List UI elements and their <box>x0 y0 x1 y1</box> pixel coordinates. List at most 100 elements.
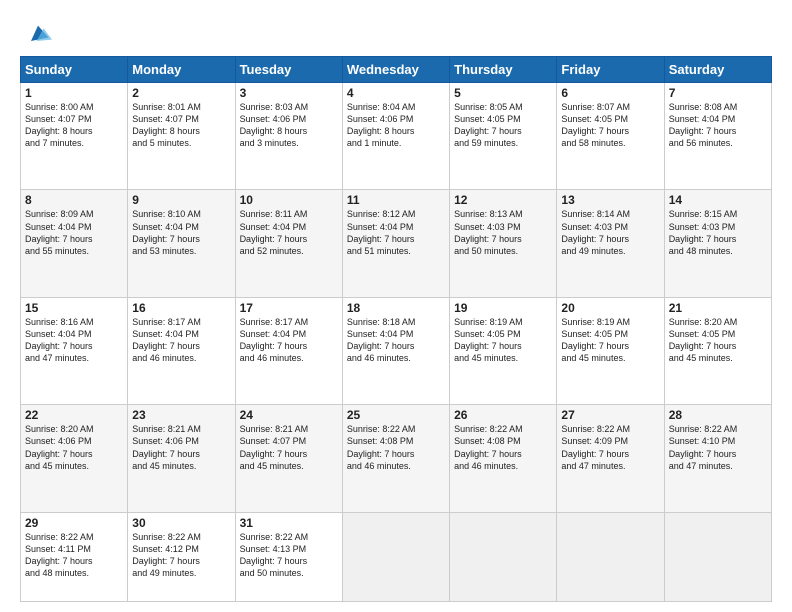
calendar-cell <box>342 512 449 601</box>
calendar-cell: 17Sunrise: 8:17 AM Sunset: 4:04 PM Dayli… <box>235 297 342 404</box>
day-number: 10 <box>240 193 338 207</box>
day-number: 17 <box>240 301 338 315</box>
day-number: 8 <box>25 193 123 207</box>
calendar-header-row: SundayMondayTuesdayWednesdayThursdayFrid… <box>21 57 772 83</box>
day-info: Sunrise: 8:10 AM Sunset: 4:04 PM Dayligh… <box>132 208 230 257</box>
calendar-cell <box>450 512 557 601</box>
calendar-cell <box>557 512 664 601</box>
calendar-cell: 29Sunrise: 8:22 AM Sunset: 4:11 PM Dayli… <box>21 512 128 601</box>
day-info: Sunrise: 8:15 AM Sunset: 4:03 PM Dayligh… <box>669 208 767 257</box>
calendar-cell: 15Sunrise: 8:16 AM Sunset: 4:04 PM Dayli… <box>21 297 128 404</box>
day-info: Sunrise: 8:04 AM Sunset: 4:06 PM Dayligh… <box>347 101 445 150</box>
day-info: Sunrise: 8:21 AM Sunset: 4:07 PM Dayligh… <box>240 423 338 472</box>
day-info: Sunrise: 8:22 AM Sunset: 4:08 PM Dayligh… <box>347 423 445 472</box>
day-number: 28 <box>669 408 767 422</box>
day-number: 26 <box>454 408 552 422</box>
day-number: 18 <box>347 301 445 315</box>
day-number: 24 <box>240 408 338 422</box>
calendar-table: SundayMondayTuesdayWednesdayThursdayFrid… <box>20 56 772 602</box>
calendar-cell: 22Sunrise: 8:20 AM Sunset: 4:06 PM Dayli… <box>21 405 128 512</box>
header <box>20 16 772 48</box>
day-info: Sunrise: 8:20 AM Sunset: 4:05 PM Dayligh… <box>669 316 767 365</box>
day-info: Sunrise: 8:22 AM Sunset: 4:12 PM Dayligh… <box>132 531 230 580</box>
calendar-cell: 28Sunrise: 8:22 AM Sunset: 4:10 PM Dayli… <box>664 405 771 512</box>
logo-icon <box>24 20 52 48</box>
calendar-cell: 27Sunrise: 8:22 AM Sunset: 4:09 PM Dayli… <box>557 405 664 512</box>
day-info: Sunrise: 8:07 AM Sunset: 4:05 PM Dayligh… <box>561 101 659 150</box>
day-number: 16 <box>132 301 230 315</box>
calendar-cell <box>664 512 771 601</box>
calendar-cell: 6Sunrise: 8:07 AM Sunset: 4:05 PM Daylig… <box>557 83 664 190</box>
col-header-sunday: Sunday <box>21 57 128 83</box>
calendar-cell: 21Sunrise: 8:20 AM Sunset: 4:05 PM Dayli… <box>664 297 771 404</box>
calendar-cell: 11Sunrise: 8:12 AM Sunset: 4:04 PM Dayli… <box>342 190 449 297</box>
calendar-cell: 9Sunrise: 8:10 AM Sunset: 4:04 PM Daylig… <box>128 190 235 297</box>
day-info: Sunrise: 8:18 AM Sunset: 4:04 PM Dayligh… <box>347 316 445 365</box>
day-number: 2 <box>132 86 230 100</box>
day-number: 22 <box>25 408 123 422</box>
calendar-cell: 16Sunrise: 8:17 AM Sunset: 4:04 PM Dayli… <box>128 297 235 404</box>
day-number: 31 <box>240 516 338 530</box>
day-number: 4 <box>347 86 445 100</box>
day-number: 27 <box>561 408 659 422</box>
calendar-cell: 7Sunrise: 8:08 AM Sunset: 4:04 PM Daylig… <box>664 83 771 190</box>
day-info: Sunrise: 8:08 AM Sunset: 4:04 PM Dayligh… <box>669 101 767 150</box>
calendar-cell: 13Sunrise: 8:14 AM Sunset: 4:03 PM Dayli… <box>557 190 664 297</box>
logo <box>20 20 52 48</box>
day-info: Sunrise: 8:03 AM Sunset: 4:06 PM Dayligh… <box>240 101 338 150</box>
col-header-wednesday: Wednesday <box>342 57 449 83</box>
day-info: Sunrise: 8:22 AM Sunset: 4:10 PM Dayligh… <box>669 423 767 472</box>
day-number: 6 <box>561 86 659 100</box>
day-number: 23 <box>132 408 230 422</box>
day-info: Sunrise: 8:17 AM Sunset: 4:04 PM Dayligh… <box>132 316 230 365</box>
calendar-cell: 10Sunrise: 8:11 AM Sunset: 4:04 PM Dayli… <box>235 190 342 297</box>
day-info: Sunrise: 8:14 AM Sunset: 4:03 PM Dayligh… <box>561 208 659 257</box>
day-info: Sunrise: 8:11 AM Sunset: 4:04 PM Dayligh… <box>240 208 338 257</box>
calendar-cell: 18Sunrise: 8:18 AM Sunset: 4:04 PM Dayli… <box>342 297 449 404</box>
calendar-cell: 19Sunrise: 8:19 AM Sunset: 4:05 PM Dayli… <box>450 297 557 404</box>
calendar-cell: 24Sunrise: 8:21 AM Sunset: 4:07 PM Dayli… <box>235 405 342 512</box>
day-info: Sunrise: 8:22 AM Sunset: 4:11 PM Dayligh… <box>25 531 123 580</box>
day-number: 1 <box>25 86 123 100</box>
day-number: 19 <box>454 301 552 315</box>
day-number: 5 <box>454 86 552 100</box>
calendar-cell: 20Sunrise: 8:19 AM Sunset: 4:05 PM Dayli… <box>557 297 664 404</box>
day-number: 21 <box>669 301 767 315</box>
day-info: Sunrise: 8:16 AM Sunset: 4:04 PM Dayligh… <box>25 316 123 365</box>
col-header-monday: Monday <box>128 57 235 83</box>
day-number: 14 <box>669 193 767 207</box>
calendar-cell: 14Sunrise: 8:15 AM Sunset: 4:03 PM Dayli… <box>664 190 771 297</box>
day-info: Sunrise: 8:21 AM Sunset: 4:06 PM Dayligh… <box>132 423 230 472</box>
calendar-cell: 1Sunrise: 8:00 AM Sunset: 4:07 PM Daylig… <box>21 83 128 190</box>
day-number: 20 <box>561 301 659 315</box>
day-info: Sunrise: 8:09 AM Sunset: 4:04 PM Dayligh… <box>25 208 123 257</box>
day-info: Sunrise: 8:19 AM Sunset: 4:05 PM Dayligh… <box>561 316 659 365</box>
day-number: 30 <box>132 516 230 530</box>
day-info: Sunrise: 8:05 AM Sunset: 4:05 PM Dayligh… <box>454 101 552 150</box>
calendar-cell: 12Sunrise: 8:13 AM Sunset: 4:03 PM Dayli… <box>450 190 557 297</box>
calendar-cell: 30Sunrise: 8:22 AM Sunset: 4:12 PM Dayli… <box>128 512 235 601</box>
day-info: Sunrise: 8:01 AM Sunset: 4:07 PM Dayligh… <box>132 101 230 150</box>
day-info: Sunrise: 8:19 AM Sunset: 4:05 PM Dayligh… <box>454 316 552 365</box>
day-number: 3 <box>240 86 338 100</box>
col-header-friday: Friday <box>557 57 664 83</box>
day-info: Sunrise: 8:13 AM Sunset: 4:03 PM Dayligh… <box>454 208 552 257</box>
col-header-saturday: Saturday <box>664 57 771 83</box>
day-number: 29 <box>25 516 123 530</box>
day-info: Sunrise: 8:00 AM Sunset: 4:07 PM Dayligh… <box>25 101 123 150</box>
day-info: Sunrise: 8:17 AM Sunset: 4:04 PM Dayligh… <box>240 316 338 365</box>
calendar-cell: 31Sunrise: 8:22 AM Sunset: 4:13 PM Dayli… <box>235 512 342 601</box>
day-number: 7 <box>669 86 767 100</box>
day-info: Sunrise: 8:22 AM Sunset: 4:13 PM Dayligh… <box>240 531 338 580</box>
calendar-cell: 25Sunrise: 8:22 AM Sunset: 4:08 PM Dayli… <box>342 405 449 512</box>
calendar-cell: 4Sunrise: 8:04 AM Sunset: 4:06 PM Daylig… <box>342 83 449 190</box>
page: SundayMondayTuesdayWednesdayThursdayFrid… <box>0 0 792 612</box>
day-info: Sunrise: 8:20 AM Sunset: 4:06 PM Dayligh… <box>25 423 123 472</box>
calendar-cell: 3Sunrise: 8:03 AM Sunset: 4:06 PM Daylig… <box>235 83 342 190</box>
calendar-cell: 23Sunrise: 8:21 AM Sunset: 4:06 PM Dayli… <box>128 405 235 512</box>
day-number: 12 <box>454 193 552 207</box>
day-info: Sunrise: 8:22 AM Sunset: 4:08 PM Dayligh… <box>454 423 552 472</box>
day-number: 9 <box>132 193 230 207</box>
col-header-tuesday: Tuesday <box>235 57 342 83</box>
col-header-thursday: Thursday <box>450 57 557 83</box>
